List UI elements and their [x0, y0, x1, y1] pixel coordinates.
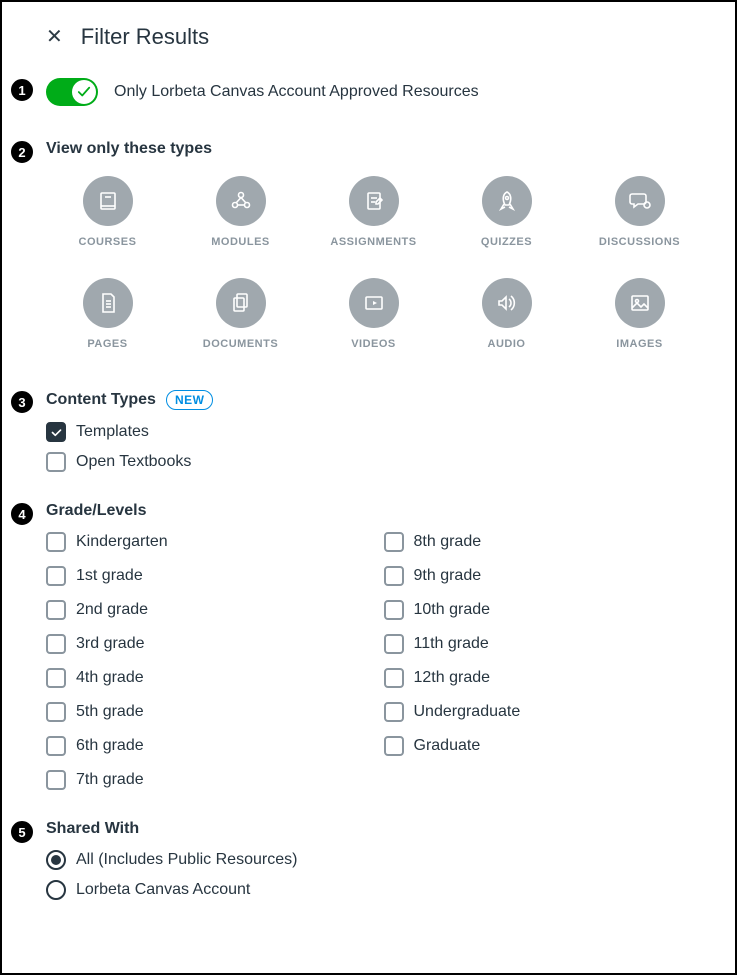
- toggle-knob: [72, 80, 96, 104]
- grade-label: Undergraduate: [414, 703, 521, 721]
- type-label: VIDEOS: [351, 338, 396, 350]
- close-icon[interactable]: ✕: [46, 27, 63, 47]
- type-courses[interactable]: COURSES: [46, 176, 169, 248]
- grade-checkbox[interactable]: [46, 702, 66, 722]
- grade-label: 10th grade: [414, 601, 491, 619]
- type-discussions[interactable]: DISCUSSIONS: [578, 176, 701, 248]
- templates-checkbox[interactable]: [46, 422, 66, 442]
- annotation-2: 2: [10, 140, 34, 164]
- grade-label: 5th grade: [76, 703, 144, 721]
- grade-checkbox[interactable]: [46, 532, 66, 552]
- grade-checkbox[interactable]: [384, 634, 404, 654]
- grades-section: 4 Grade/Levels Kindergarten 1st grade 2n…: [46, 502, 701, 790]
- types-section: 2 View only these types COURSES MODULES …: [46, 140, 701, 350]
- grade-label: 2nd grade: [76, 601, 148, 619]
- annotation-3: 3: [10, 390, 34, 414]
- grade-label: Graduate: [414, 737, 481, 755]
- shared-label: Lorbeta Canvas Account: [76, 881, 250, 899]
- grade-checkbox[interactable]: [46, 736, 66, 756]
- grade-label: 7th grade: [76, 771, 144, 789]
- type-label: PAGES: [87, 338, 127, 350]
- type-videos[interactable]: VIDEOS: [312, 278, 435, 350]
- book-icon: [96, 189, 120, 213]
- modules-icon: [229, 189, 253, 213]
- type-label: MODULES: [211, 236, 270, 248]
- grade-checkbox[interactable]: [46, 566, 66, 586]
- approved-section: 1 Only Lorbeta Canvas Account Approved R…: [46, 78, 701, 106]
- shared-label: All (Includes Public Resources): [76, 851, 297, 869]
- annotation-1: 1: [10, 78, 34, 102]
- check-icon: [50, 426, 63, 439]
- type-images[interactable]: IMAGES: [578, 278, 701, 350]
- shared-radio-account[interactable]: [46, 880, 66, 900]
- page-icon: [96, 291, 120, 315]
- shared-section: 5 Shared With All (Includes Public Resou…: [46, 820, 701, 900]
- annotation-5: 5: [10, 820, 34, 844]
- grade-checkbox[interactable]: [384, 668, 404, 688]
- type-label: DISCUSSIONS: [599, 236, 680, 248]
- check-icon: [77, 85, 91, 99]
- grade-label: 11th grade: [414, 635, 489, 653]
- audio-icon: [495, 291, 519, 315]
- video-icon: [362, 291, 386, 315]
- grade-label: 3rd grade: [76, 635, 145, 653]
- grade-checkbox[interactable]: [384, 600, 404, 620]
- grade-label: 8th grade: [414, 533, 482, 551]
- approved-toggle[interactable]: [46, 78, 98, 106]
- type-label: AUDIO: [488, 338, 526, 350]
- image-icon: [628, 291, 652, 315]
- grade-label: Kindergarten: [76, 533, 168, 551]
- shared-header: Shared With: [46, 820, 701, 838]
- type-label: IMAGES: [616, 338, 662, 350]
- type-label: QUIZZES: [481, 236, 532, 248]
- panel-title: Filter Results: [81, 24, 209, 50]
- type-modules[interactable]: MODULES: [179, 176, 302, 248]
- discussion-icon: [628, 189, 652, 213]
- annotation-4: 4: [10, 502, 34, 526]
- type-pages[interactable]: PAGES: [46, 278, 169, 350]
- grade-label: 6th grade: [76, 737, 144, 755]
- approved-label: Only Lorbeta Canvas Account Approved Res…: [114, 83, 479, 101]
- panel-header: ✕ Filter Results: [46, 24, 701, 50]
- types-header: View only these types: [46, 140, 701, 158]
- grade-label: 4th grade: [76, 669, 144, 687]
- assignment-icon: [362, 189, 386, 213]
- grade-checkbox[interactable]: [384, 532, 404, 552]
- type-label: COURSES: [79, 236, 137, 248]
- grade-checkbox[interactable]: [384, 736, 404, 756]
- type-quizzes[interactable]: QUIZZES: [445, 176, 568, 248]
- grade-checkbox[interactable]: [46, 770, 66, 790]
- grades-header: Grade/Levels: [46, 502, 701, 520]
- shared-radio-all[interactable]: [46, 850, 66, 870]
- grade-label: 1st grade: [76, 567, 143, 585]
- grade-checkbox[interactable]: [46, 634, 66, 654]
- type-label: DOCUMENTS: [203, 338, 278, 350]
- option-label: Open Textbooks: [76, 453, 191, 471]
- documents-icon: [229, 291, 253, 315]
- type-label: ASSIGNMENTS: [330, 236, 416, 248]
- type-assignments[interactable]: ASSIGNMENTS: [312, 176, 435, 248]
- content-types-header: Content Types: [46, 391, 156, 409]
- type-audio[interactable]: AUDIO: [445, 278, 568, 350]
- rocket-icon: [495, 189, 519, 213]
- grade-label: 9th grade: [414, 567, 482, 585]
- new-badge: NEW: [166, 390, 214, 410]
- content-types-section: 3 Content Types NEW Templates Open Textb…: [46, 390, 701, 472]
- grade-checkbox[interactable]: [384, 566, 404, 586]
- grade-checkbox[interactable]: [46, 668, 66, 688]
- type-documents[interactable]: DOCUMENTS: [179, 278, 302, 350]
- grade-checkbox[interactable]: [384, 702, 404, 722]
- grade-label: 12th grade: [414, 669, 491, 687]
- grade-checkbox[interactable]: [46, 600, 66, 620]
- open-textbooks-checkbox[interactable]: [46, 452, 66, 472]
- option-label: Templates: [76, 423, 149, 441]
